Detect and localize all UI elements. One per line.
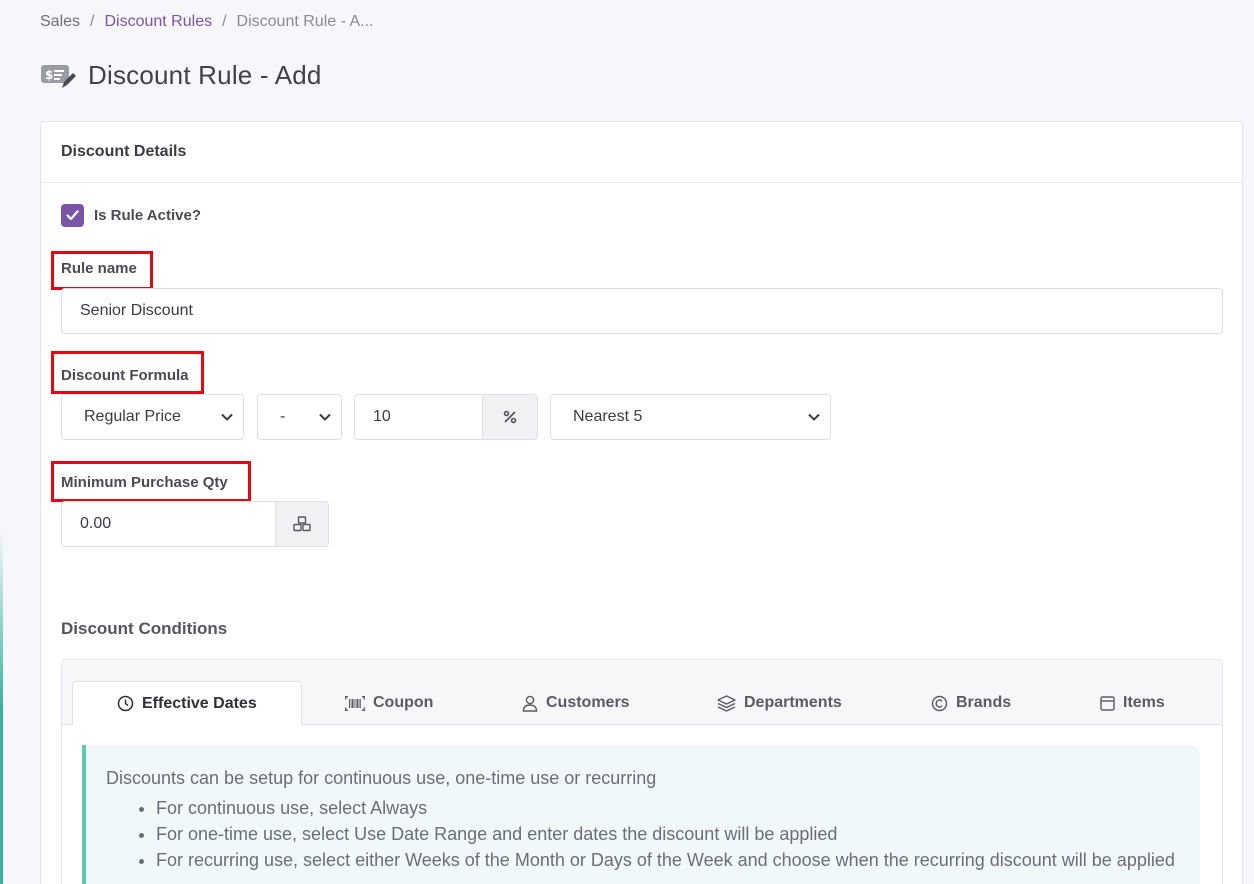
min-qty-label: Minimum Purchase Qty bbox=[61, 474, 228, 491]
user-icon bbox=[522, 695, 538, 712]
discount-details-card: Discount Details Is Rule Active? Rule na… bbox=[40, 121, 1243, 884]
tab-label: Departments bbox=[744, 694, 842, 711]
chevron-down-icon bbox=[808, 413, 820, 421]
check-icon bbox=[66, 210, 79, 221]
discount-formula-label: Discount Formula bbox=[61, 367, 189, 384]
tab-label: Effective Dates bbox=[142, 694, 257, 712]
breadcrumb-sales[interactable]: Sales bbox=[40, 13, 80, 31]
copyright-icon bbox=[931, 695, 948, 712]
operator-select[interactable]: - bbox=[257, 394, 342, 440]
is-active-label: Is Rule Active? bbox=[94, 207, 201, 224]
info-intro: Discounts can be setup for continuous us… bbox=[106, 768, 657, 788]
is-active-row: Is Rule Active? bbox=[61, 204, 201, 227]
tab-items[interactable]: Items bbox=[1100, 681, 1165, 725]
conditions-tab-bar: Effective Dates Coupon Customers Departm… bbox=[62, 660, 1222, 726]
tab-label: Brands bbox=[956, 694, 1012, 711]
info-bullet: For recurring use, select either Weeks o… bbox=[156, 847, 1180, 873]
breadcrumb-separator: / bbox=[222, 13, 227, 30]
barcode-icon bbox=[345, 695, 365, 711]
tab-coupon[interactable]: Coupon bbox=[345, 681, 433, 725]
percent-addon bbox=[482, 394, 538, 440]
min-qty-addon bbox=[275, 501, 329, 547]
price-base-select[interactable]: Regular Price bbox=[61, 394, 244, 440]
tab-effective-dates[interactable]: Effective Dates bbox=[72, 681, 302, 726]
clock-icon bbox=[117, 695, 134, 712]
info-bullets: For continuous use, select Always For on… bbox=[106, 795, 1180, 873]
breadcrumb: Sales / Discount Rules / Discount Rule -… bbox=[40, 13, 374, 31]
tab-label: Customers bbox=[546, 694, 630, 711]
tab-customers[interactable]: Customers bbox=[522, 681, 630, 725]
min-qty-input[interactable]: 0.00 bbox=[61, 501, 276, 547]
page-title: $ Discount Rule - Add bbox=[40, 60, 322, 91]
discount-conditions-title: Discount Conditions bbox=[61, 619, 228, 638]
price-base-value: Regular Price bbox=[84, 408, 181, 425]
left-accent-bar bbox=[0, 0, 3, 884]
operator-value: - bbox=[280, 408, 286, 425]
boxes-icon bbox=[293, 516, 311, 532]
breadcrumb-discount-rules[interactable]: Discount Rules bbox=[104, 13, 212, 31]
info-bullet: For continuous use, select Always bbox=[156, 795, 1180, 821]
info-bullet: For one-time use, select Use Date Range … bbox=[156, 821, 1180, 847]
tab-departments[interactable]: Departments bbox=[717, 681, 842, 725]
card-header: Discount Details bbox=[41, 122, 1242, 183]
chevron-down-icon bbox=[221, 413, 233, 421]
percent-icon bbox=[503, 410, 517, 424]
is-active-checkbox[interactable] bbox=[61, 204, 84, 227]
svg-text:$: $ bbox=[45, 68, 53, 82]
amount-input[interactable]: 10 bbox=[354, 394, 483, 440]
tab-brands[interactable]: Brands bbox=[931, 681, 1011, 725]
discount-conditions-panel: Effective Dates Coupon Customers Departm… bbox=[61, 659, 1223, 884]
tab-label: Coupon bbox=[373, 694, 434, 711]
rounding-value: Nearest 5 bbox=[573, 408, 643, 425]
rule-name-input[interactable]: Senior Discount bbox=[61, 288, 1223, 334]
rule-name-label: Rule name bbox=[61, 260, 137, 277]
discount-tag-edit-icon: $ bbox=[40, 61, 76, 91]
box-icon bbox=[1100, 695, 1115, 711]
page-heading: Discount Rule - Add bbox=[88, 60, 322, 90]
rounding-select[interactable]: Nearest 5 bbox=[550, 394, 831, 440]
layers-icon bbox=[717, 694, 736, 712]
chevron-down-icon bbox=[319, 413, 331, 421]
breadcrumb-separator: / bbox=[90, 13, 95, 30]
breadcrumb-current: Discount Rule - A... bbox=[236, 13, 374, 30]
info-callout: Discounts can be setup for continuous us… bbox=[82, 745, 1200, 884]
tab-label: Items bbox=[1123, 694, 1165, 711]
effective-dates-tab-content: Discounts can be setup for continuous us… bbox=[62, 725, 1222, 884]
